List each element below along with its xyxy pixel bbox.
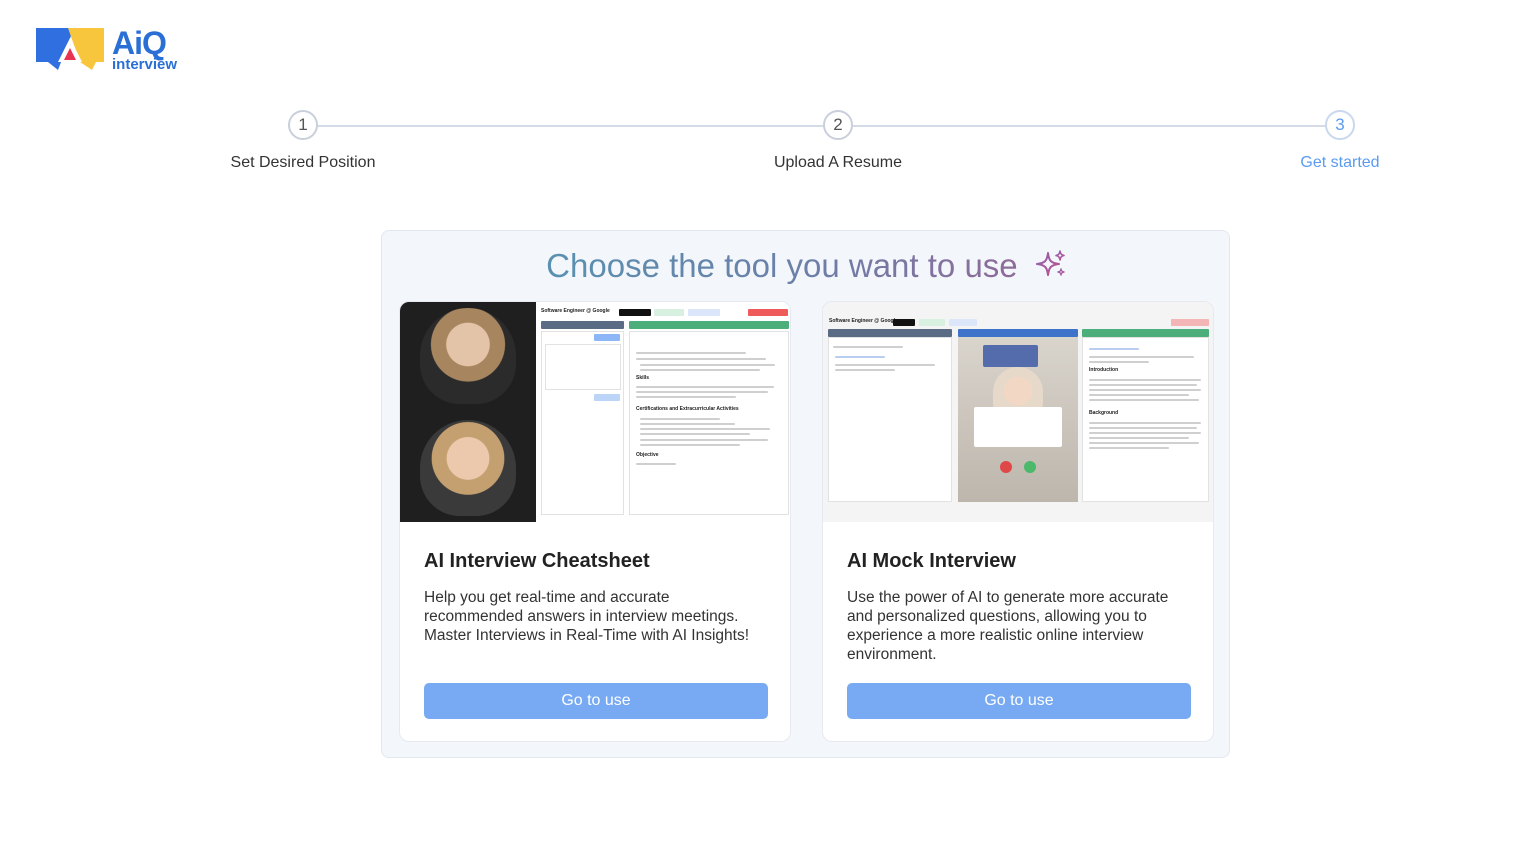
preview-section: Objective: [636, 452, 659, 458]
preview-badge: [654, 309, 684, 316]
preview-col-header: [828, 329, 952, 337]
preview-header: Software Engineer @ Google: [541, 308, 610, 314]
step-number: 2: [823, 110, 853, 140]
step-get-started[interactable]: 3 Get started: [1240, 110, 1440, 172]
brand-name: AiQ: [112, 24, 167, 61]
card-title: AI Interview Cheatsheet: [424, 550, 650, 572]
card-description: Use the power of AI to generate more acc…: [847, 589, 1169, 663]
preview-col-header: [629, 321, 789, 329]
preview-button: [594, 334, 620, 341]
preview-badge: [688, 309, 720, 316]
app-logo[interactable]: AiQ interview: [36, 26, 177, 72]
progress-stepper: 1 Set Desired Position 2 Upload A Resume…: [0, 110, 1536, 180]
preview-col-header: [958, 329, 1078, 337]
brand-sub: interview: [112, 55, 178, 73]
preview-col-header: [541, 321, 624, 329]
tool-card-mock-interview[interactable]: Software Engineer @ Google Introduction …: [822, 301, 1214, 742]
step-number: 3: [1325, 110, 1355, 140]
step-label: Upload A Resume: [773, 154, 903, 171]
preview-section: Background: [1089, 410, 1119, 416]
candidate-face: [420, 420, 516, 516]
video-feeds: [400, 302, 536, 522]
cheatsheet-preview-image: Software Engineer @ Google Skills Certif…: [400, 302, 790, 522]
preview-section: Certifications and Extracurricular Activ…: [636, 406, 739, 412]
card-title: AI Mock Interview: [847, 550, 1016, 572]
preview-header: Software Engineer @ Google: [829, 318, 898, 324]
step-label: Get started: [1300, 154, 1380, 171]
sparkle-icon: [1035, 250, 1065, 276]
step-upload-resume[interactable]: 2 Upload A Resume: [738, 110, 938, 172]
preview-section: Skills: [636, 375, 650, 381]
go-to-mock-interview-button[interactable]: Go to use: [847, 683, 1191, 719]
preview-badge: [619, 309, 651, 316]
preview-col-header: [1082, 329, 1209, 337]
go-to-cheatsheet-button[interactable]: Go to use: [424, 683, 768, 719]
preview-complete-button: [748, 309, 788, 316]
panel-title-text: Choose the tool you want to use: [546, 247, 1018, 284]
preview-video: [958, 337, 1078, 502]
tool-card-cheatsheet[interactable]: Software Engineer @ Google Skills Certif…: [399, 301, 791, 742]
tool-selection-panel: Choose the tool you want to use Software…: [381, 230, 1230, 758]
card-description: Help you get real-time and accurate reco…: [424, 589, 750, 644]
interviewer-face: [420, 308, 516, 404]
preview-section: Introduction: [1089, 367, 1119, 373]
aiq-logo-icon: [36, 26, 106, 72]
step-number: 1: [288, 110, 318, 140]
step-label: Set Desired Position: [230, 154, 376, 171]
mock-interview-preview-image: Software Engineer @ Google Introduction …: [823, 302, 1213, 522]
preview-input: [545, 344, 621, 390]
preview-history-box: [828, 337, 952, 502]
panel-title: Choose the tool you want to use: [382, 247, 1231, 285]
preview-button: [594, 394, 620, 401]
step-set-position[interactable]: 1 Set Desired Position: [203, 110, 403, 172]
